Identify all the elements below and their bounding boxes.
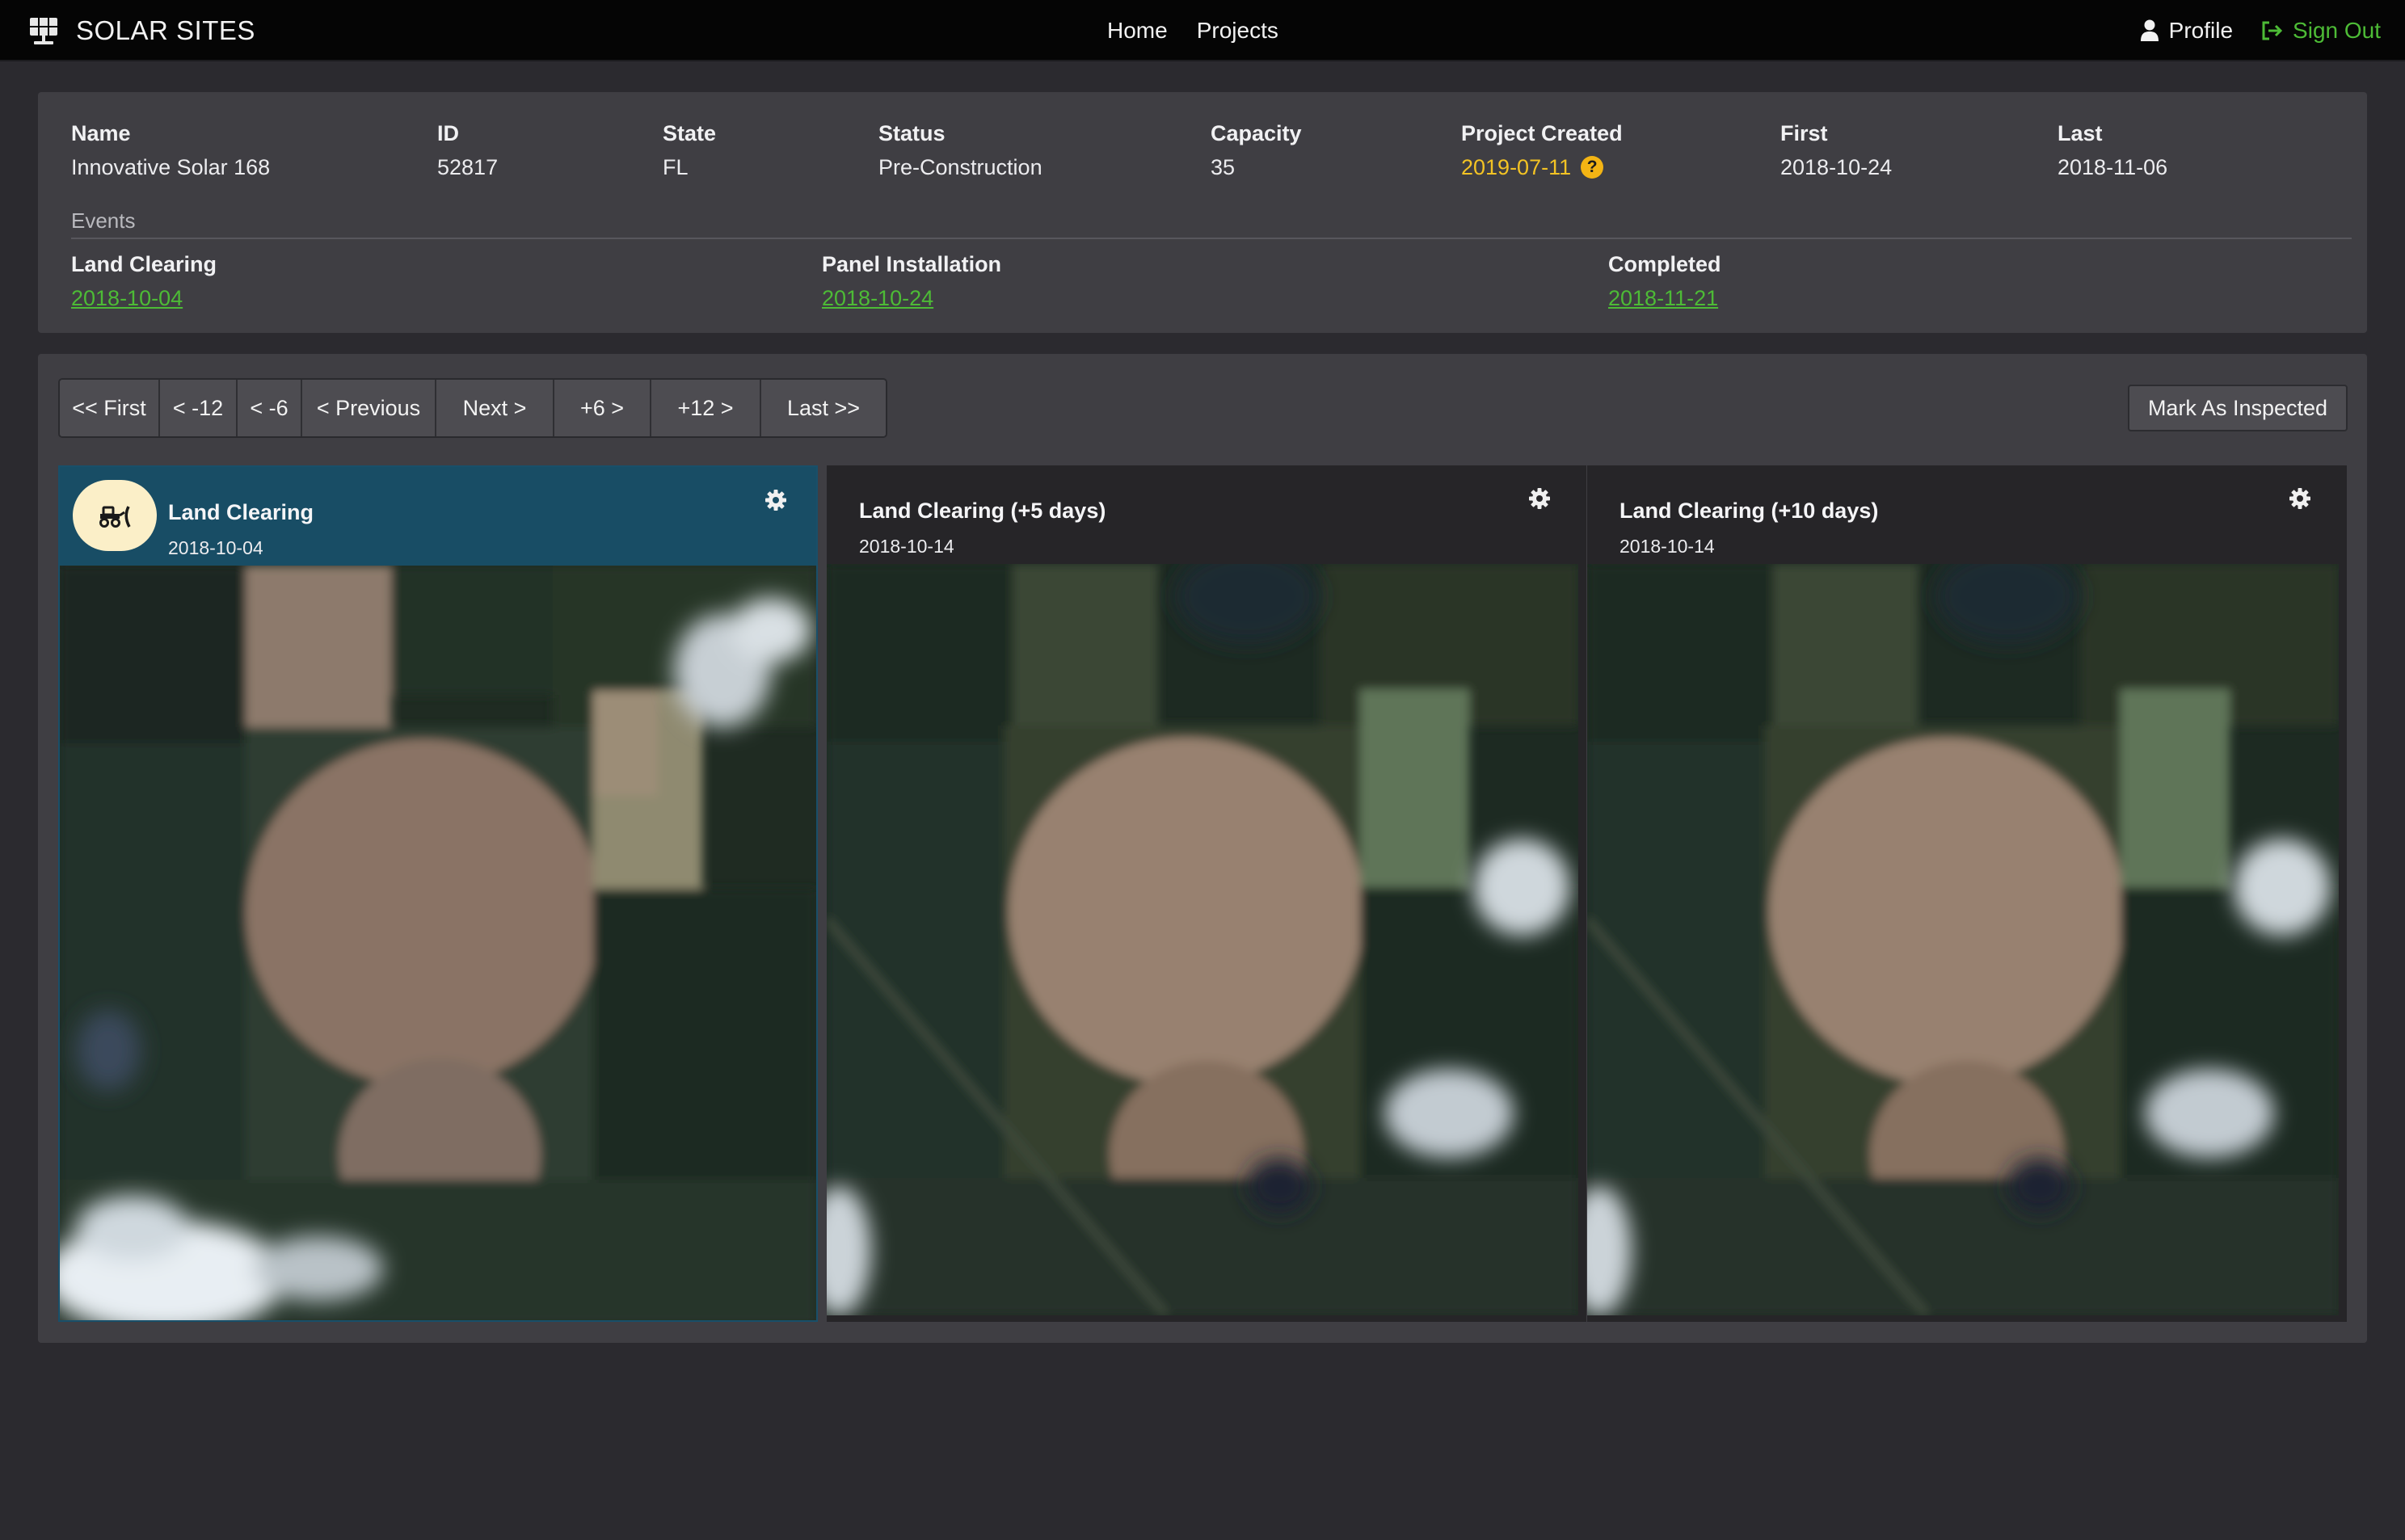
card-title: Land Clearing [168, 500, 314, 524]
sign-out-link[interactable]: Sign Out [2260, 18, 2381, 44]
field-name: Name Innovative Solar 168 [71, 120, 270, 181]
field-project-created: Project Created 2019-07-11 ? [1461, 120, 1623, 181]
event-completed: Completed 2018-11-21 [1608, 250, 1721, 312]
field-value-row: 2019-07-11 ? [1461, 154, 1623, 181]
field-label: Capacity [1211, 121, 1302, 145]
card-date: 2018-10-04 [168, 537, 263, 558]
event-label: Land Clearing [71, 252, 217, 276]
field-id: ID 52817 [437, 120, 498, 181]
event-label: Completed [1608, 252, 1721, 276]
back-12-button[interactable]: < -12 [160, 380, 238, 436]
field-label: First [1780, 121, 1828, 145]
satellite-image[interactable] [60, 566, 816, 1320]
card-header: Land Clearing 2018-10-04 [60, 467, 816, 566]
field-label: ID [437, 121, 459, 145]
user-icon [2140, 19, 2159, 41]
field-value: 52817 [437, 155, 499, 179]
next-button[interactable]: Next > [436, 380, 554, 436]
nav-projects-link[interactable]: Projects [1197, 18, 1278, 44]
card-header: Land Clearing (+10 days) 2018-10-14 [1587, 465, 2347, 564]
event-panel-installation: Panel Installation 2018-10-24 [822, 250, 1001, 312]
event-label: Panel Installation [822, 252, 1002, 276]
field-value: Innovative Solar 168 [71, 155, 271, 179]
divider [71, 238, 2352, 239]
solar-panel-icon [30, 18, 57, 44]
forward-12-button[interactable]: +12 > [651, 380, 761, 436]
card-date: 2018-10-14 [859, 536, 954, 557]
event-land-clearing: Land Clearing 2018-10-04 [71, 250, 217, 312]
main-nav: Home Projects [1107, 0, 1308, 61]
project-info-panel: Name Innovative Solar 168 ID 52817 State… [38, 92, 2367, 333]
field-value: 2018-10-24 [1780, 155, 1893, 179]
card-title: Land Clearing (+5 days) [859, 499, 1106, 523]
field-value: 35 [1211, 155, 1236, 179]
field-first: First 2018-10-24 [1780, 120, 1892, 181]
field-label: State [663, 121, 717, 145]
brand[interactable]: SOLAR SITES [27, 11, 255, 50]
imagery-panel: << First < -12 < -6 < Previous Next > +6… [38, 354, 2367, 1343]
pagination-button-group: << First < -12 < -6 < Previous Next > +6… [58, 378, 887, 438]
field-value: FL [663, 155, 689, 179]
mark-as-inspected-button[interactable]: Mark As Inspected [2128, 385, 2348, 431]
field-value: Pre-Construction [878, 155, 1042, 179]
previous-button[interactable]: < Previous [302, 380, 436, 436]
gear-icon[interactable] [764, 488, 788, 512]
event-badge [73, 480, 157, 551]
user-nav: Profile Sign Out [2140, 0, 2381, 61]
field-label: Name [71, 121, 131, 145]
profile-link[interactable]: Profile [2140, 18, 2233, 44]
bulldozer-icon [99, 506, 131, 528]
satellite-image[interactable] [827, 564, 1586, 1322]
imagery-card[interactable]: Land Clearing (+5 days) 2018-10-14 [827, 465, 1586, 1322]
field-state: State FL [663, 120, 716, 181]
gear-icon[interactable] [1527, 486, 1552, 511]
event-date-link[interactable]: 2018-10-24 [822, 284, 933, 312]
forward-6-button[interactable]: +6 > [554, 380, 651, 436]
imagery-card[interactable]: Land Clearing 2018-10-04 [58, 465, 818, 1322]
event-date-link[interactable]: 2018-10-04 [71, 284, 183, 312]
question-circle-icon[interactable]: ? [1581, 156, 1604, 179]
app-title: SOLAR SITES [76, 15, 255, 45]
card-header: Land Clearing (+5 days) 2018-10-14 [827, 465, 1586, 564]
field-last: Last 2018-11-06 [2058, 120, 2167, 181]
card-date: 2018-10-14 [1619, 536, 1715, 557]
satellite-image[interactable] [1587, 564, 2347, 1322]
project-created-date: 2019-07-11 [1461, 155, 1572, 179]
first-button[interactable]: << First [60, 380, 160, 436]
field-label: Status [878, 121, 946, 145]
card-title: Land Clearing (+10 days) [1619, 499, 1879, 523]
profile-label: Profile [2168, 18, 2234, 43]
sign-out-icon [2262, 21, 2283, 40]
field-value: 2018-11-06 [2058, 155, 2168, 179]
field-capacity: Capacity 35 [1211, 120, 1302, 181]
imagery-card[interactable]: Land Clearing (+10 days) 2018-10-14 [1587, 465, 2347, 1322]
top-navbar: SOLAR SITES Home Projects Profile Sign O… [0, 0, 2405, 61]
events-heading: Events [71, 208, 136, 233]
last-button[interactable]: Last >> [761, 380, 886, 436]
field-label: Last [2058, 121, 2103, 145]
sign-out-label: Sign Out [2293, 18, 2381, 43]
back-6-button[interactable]: < -6 [238, 380, 302, 436]
nav-home-link[interactable]: Home [1107, 18, 1168, 44]
field-label: Project Created [1461, 121, 1623, 145]
gear-icon[interactable] [2288, 486, 2312, 511]
field-status: Status Pre-Construction [878, 120, 1042, 181]
event-date-link[interactable]: 2018-11-21 [1608, 284, 1718, 312]
